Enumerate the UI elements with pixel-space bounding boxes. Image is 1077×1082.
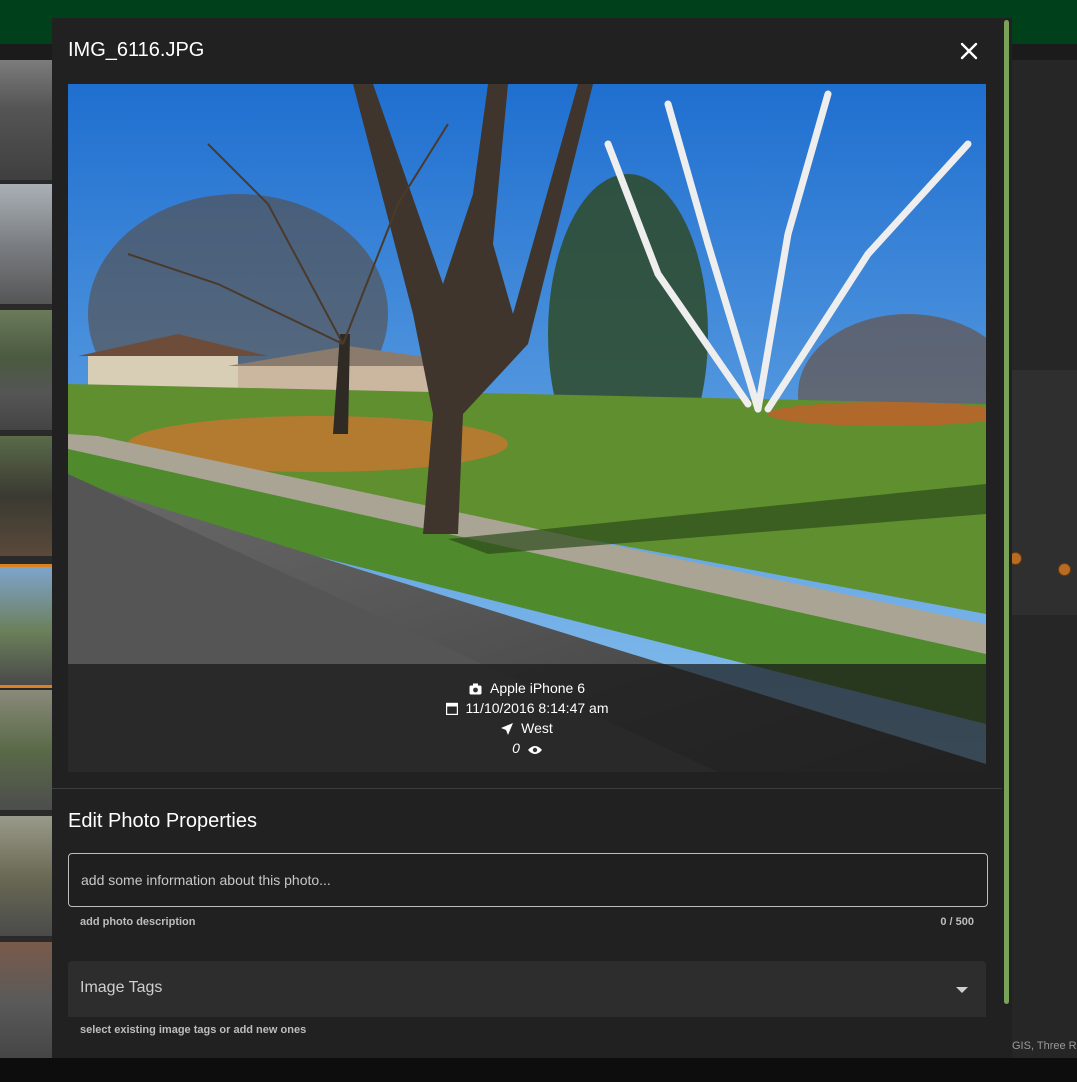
capture-datetime: 11/10/2016 8:14:47 am bbox=[68, 700, 986, 716]
thumbnail[interactable] bbox=[0, 60, 52, 180]
image-tags-label: Image Tags bbox=[80, 979, 163, 996]
thumbnail[interactable] bbox=[0, 184, 52, 304]
photo-preview: Apple iPhone 6 11/10/2016 8:14:47 am Wes… bbox=[68, 84, 986, 772]
close-icon bbox=[960, 42, 978, 60]
thumbnail-selected[interactable] bbox=[0, 564, 52, 688]
photo-description-input[interactable] bbox=[68, 853, 988, 907]
capture-direction: West bbox=[68, 720, 986, 736]
direction-text: West bbox=[521, 720, 553, 736]
photo-thumbnail-strip bbox=[0, 60, 52, 1060]
edit-section-title: Edit Photo Properties bbox=[68, 810, 257, 832]
navigation-arrow-icon bbox=[501, 723, 514, 735]
datetime-text: 11/10/2016 8:14:47 am bbox=[465, 700, 609, 716]
views-text: 0 bbox=[512, 740, 520, 756]
description-helper-text: add photo description bbox=[80, 916, 196, 928]
thumbnail[interactable] bbox=[0, 436, 52, 556]
section-divider bbox=[52, 788, 1002, 789]
thumbnail[interactable] bbox=[0, 690, 52, 810]
dialog-title: IMG_6116.JPG bbox=[68, 39, 205, 61]
dialog-scrollbar[interactable] bbox=[1002, 18, 1012, 1058]
photo-details-dialog: IMG_6116.JPG Apple iPhone 6 11/10/2016 8… bbox=[52, 18, 1012, 1058]
camera-icon bbox=[469, 683, 482, 695]
map-marker[interactable] bbox=[1058, 563, 1071, 576]
close-button[interactable] bbox=[956, 38, 982, 64]
view-count: 0 bbox=[68, 740, 986, 756]
eye-icon bbox=[527, 745, 542, 755]
image-tags-select[interactable]: Image Tags bbox=[68, 961, 986, 1017]
camera-info: Apple iPhone 6 bbox=[68, 680, 986, 696]
dropdown-arrow-icon bbox=[956, 987, 968, 993]
camera-model: Apple iPhone 6 bbox=[490, 680, 585, 696]
image-tags-helper-text: select existing image tags or add new on… bbox=[80, 1024, 307, 1036]
thumbnail[interactable] bbox=[0, 942, 52, 1060]
thumbnail[interactable] bbox=[0, 310, 52, 430]
scrollbar-thumb[interactable] bbox=[1004, 20, 1009, 1004]
app-footer bbox=[0, 1058, 1077, 1082]
calendar-icon bbox=[445, 702, 458, 715]
photo-metadata-overlay: Apple iPhone 6 11/10/2016 8:14:47 am Wes… bbox=[68, 664, 986, 772]
map-area[interactable] bbox=[1012, 370, 1077, 615]
description-char-counter: 0 / 500 bbox=[940, 916, 974, 928]
map-attribution: GIS, Three Ri bbox=[1012, 1040, 1077, 1052]
thumbnail[interactable] bbox=[0, 816, 52, 936]
